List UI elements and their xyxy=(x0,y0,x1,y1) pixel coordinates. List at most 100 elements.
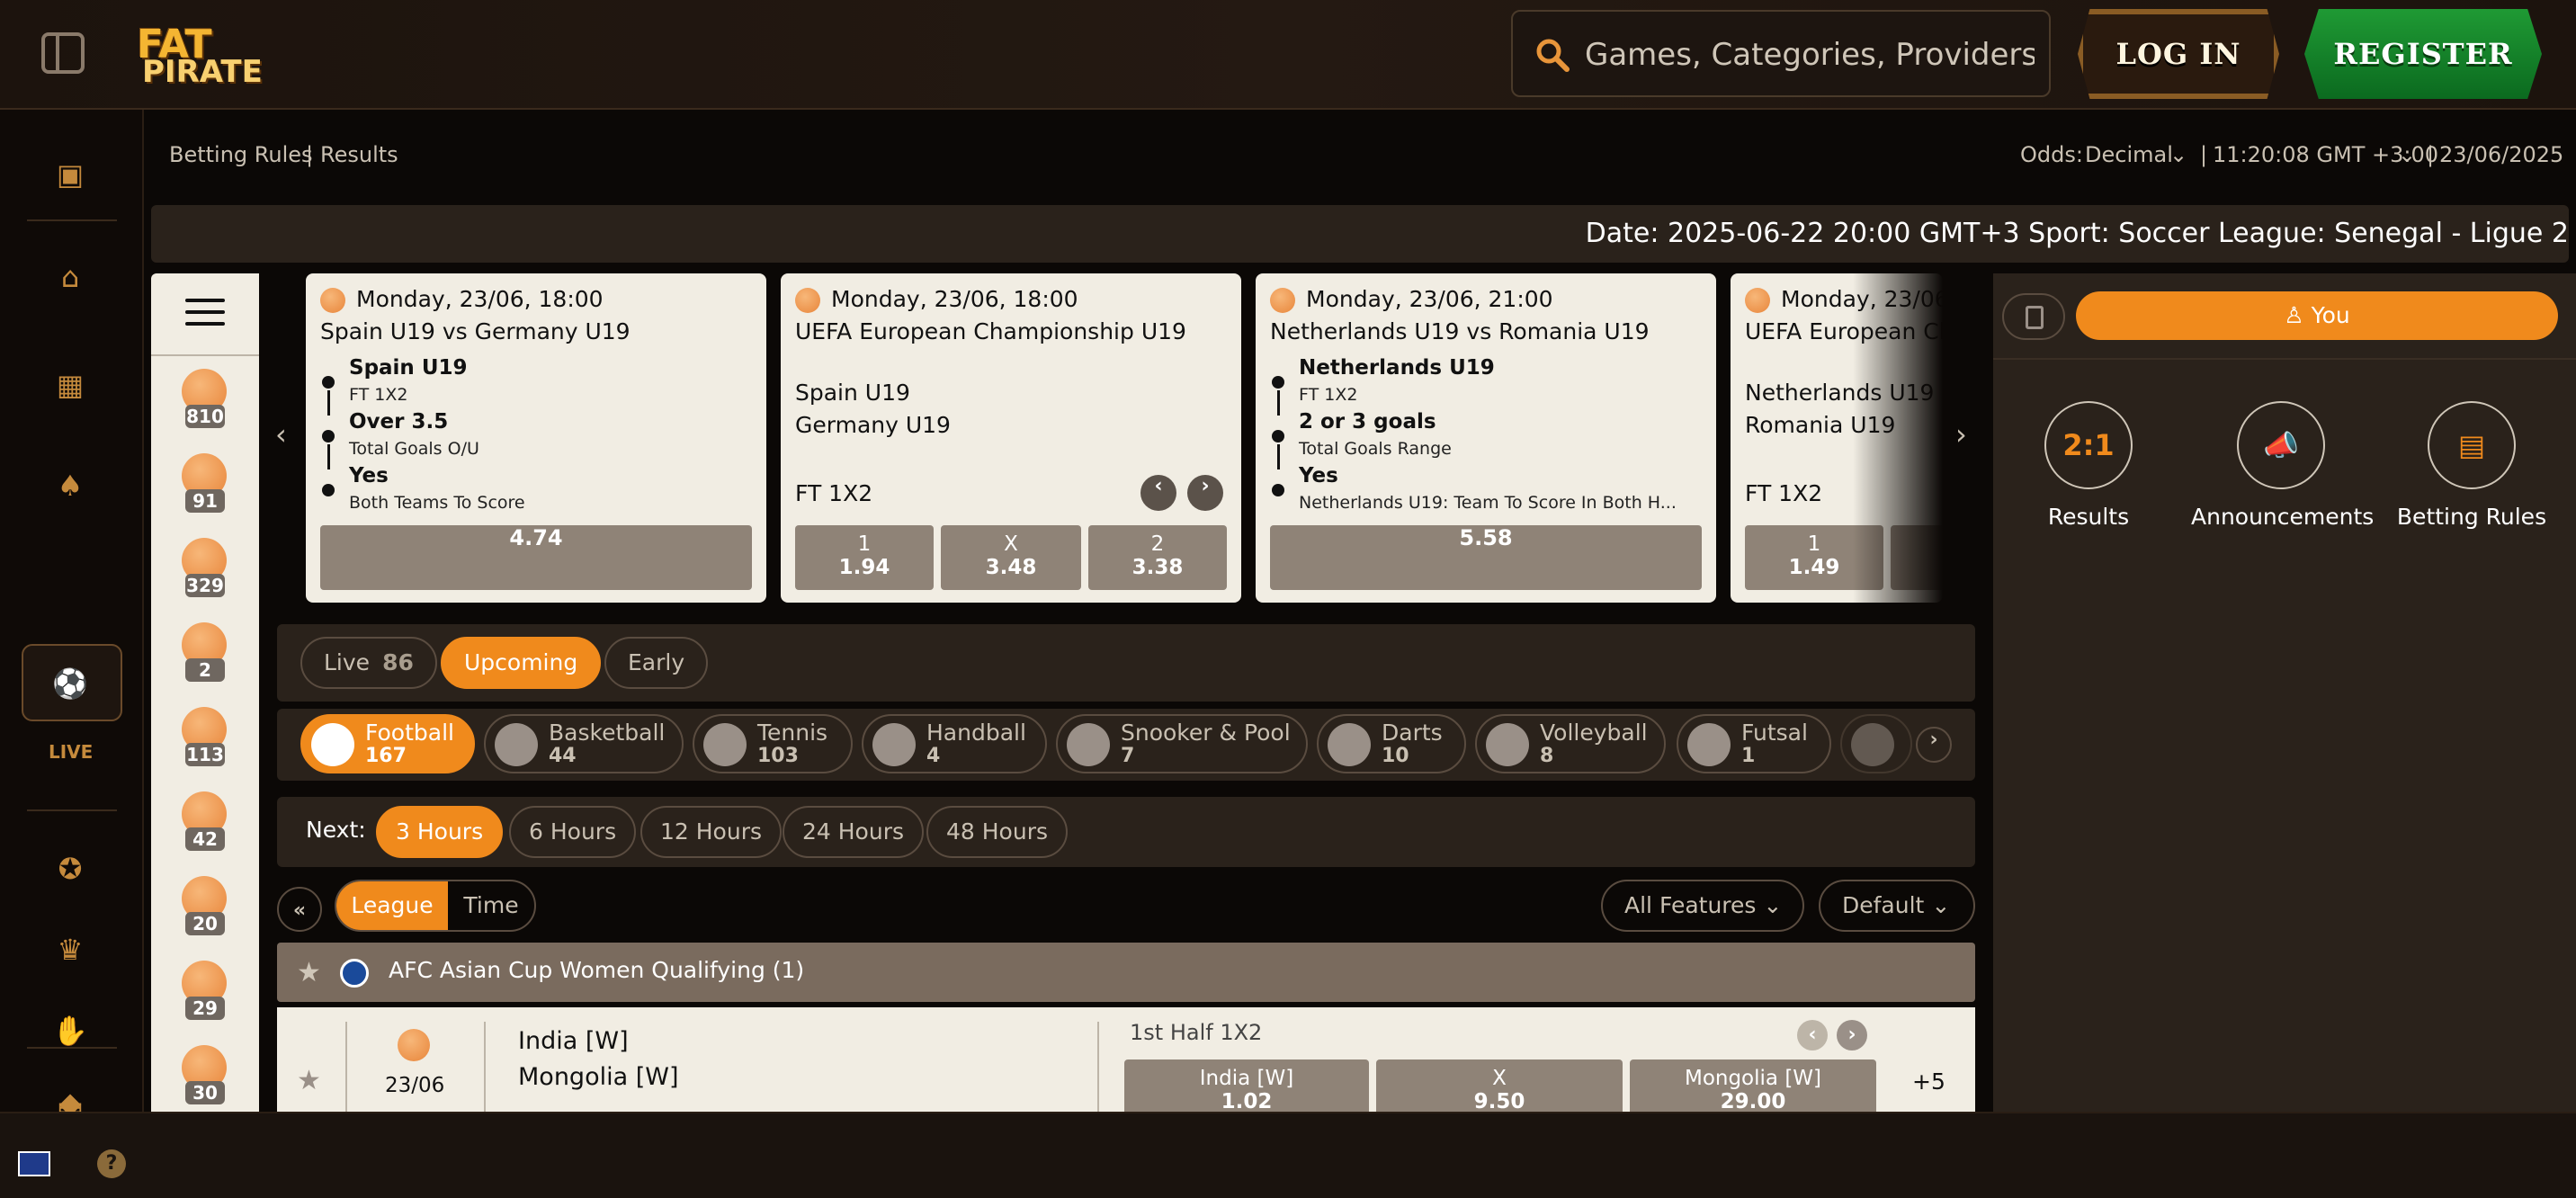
odds-button[interactable]: X 9.50 xyxy=(1376,1059,1623,1112)
odds-format-select[interactable]: Decimal xyxy=(2085,142,2173,167)
leg-market: FT 1X2 xyxy=(1299,385,1358,405)
leg-pick: Over 3.5 xyxy=(349,410,449,434)
sport-pill-snooker[interactable]: Snooker & Pool 7 xyxy=(1056,714,1308,773)
megaphone-icon: 📣 xyxy=(2237,401,2325,489)
sport-pill-tennis[interactable]: Tennis 103 xyxy=(693,714,853,773)
next-6-hours[interactable]: 6 Hours xyxy=(509,806,637,858)
right-panel: ♙ You 2:1 Results 📣 Announcements ▤ Bett… xyxy=(1993,273,2576,1112)
next-12-hours[interactable]: 12 Hours xyxy=(640,806,783,858)
more-markets-link[interactable]: +5 xyxy=(1912,1068,1945,1095)
next-3-hours[interactable]: 3 Hours xyxy=(376,806,504,858)
menu-icon[interactable] xyxy=(185,299,225,329)
live-icon[interactable]: LIVE xyxy=(49,741,93,784)
breadcrumb-betting-rules[interactable]: Betting Rules xyxy=(169,142,313,167)
card-title: Spain U19 vs Germany U19 xyxy=(320,318,631,344)
carousel-prev-icon[interactable]: ‹ xyxy=(275,417,287,451)
login-button[interactable]: LOG IN xyxy=(2078,9,2279,99)
register-button[interactable]: REGISTER xyxy=(2304,9,2542,99)
sport-pill-basketball[interactable]: Basketball 44 xyxy=(484,714,684,773)
combined-odds-button[interactable]: 4.74 xyxy=(320,525,752,590)
divider xyxy=(484,1022,486,1112)
breadcrumb-results[interactable]: Results xyxy=(320,142,398,167)
tennis-count: 329 xyxy=(185,574,225,597)
sports-next-icon[interactable]: › xyxy=(1916,727,1952,763)
sport-pill-darts[interactable]: Darts 10 xyxy=(1317,714,1466,773)
search-box[interactable] xyxy=(1511,10,2051,97)
early-tab[interactable]: Early xyxy=(604,637,709,689)
logo[interactable]: FAT PIRATE xyxy=(113,22,263,90)
star-icon[interactable]: ★ xyxy=(297,957,321,988)
help-icon[interactable]: ? xyxy=(97,1149,126,1178)
results-link[interactable]: 2:1 Results xyxy=(1999,401,2178,530)
chevron-left-icon[interactable]: ‹ xyxy=(1797,1020,1828,1050)
match-date: 23/06 xyxy=(385,1074,445,1097)
odds-button[interactable]: 1 1.94 xyxy=(795,525,934,590)
darts-icon xyxy=(1328,723,1371,766)
league-name: AFC Asian Cup Women Qualifying (1) xyxy=(389,957,805,983)
odds-button[interactable]: Mongolia [W] 29.00 xyxy=(1630,1059,1876,1112)
cards-icon[interactable]: ♠ xyxy=(49,464,92,507)
combined-odds-button[interactable]: 5.58 xyxy=(1270,525,1702,590)
announcements-link[interactable]: 📣 Announcements xyxy=(2191,401,2374,530)
sport-pill-futsal[interactable]: Futsal 1 xyxy=(1677,714,1831,773)
sort-dropdown[interactable]: Default ⌄ xyxy=(1819,880,1975,932)
calendar-icon[interactable]: ▦ xyxy=(49,363,92,407)
home-icon[interactable]: ⌂ xyxy=(49,255,92,299)
boxing-count: 29 xyxy=(185,997,225,1020)
group-by-league[interactable]: League xyxy=(336,881,448,930)
hand-icon[interactable]: ✋ xyxy=(49,1009,92,1052)
badge-icon[interactable]: ✪ xyxy=(49,847,92,890)
football-icon xyxy=(1270,288,1295,313)
language-flag-icon[interactable] xyxy=(18,1151,50,1176)
match-row[interactable]: ★ 23/06 India [W] Mongolia [W] 1st Half … xyxy=(277,1007,1975,1112)
sidebar-toggle-icon[interactable] xyxy=(41,32,85,74)
betslip-icon[interactable] xyxy=(2002,293,2065,340)
upcoming-tab[interactable]: Upcoming xyxy=(441,637,602,689)
leg-line xyxy=(327,390,330,416)
my-bets-you-button[interactable]: ♙ You xyxy=(2076,291,2558,340)
football-icon xyxy=(320,288,345,313)
sport-pill-handball[interactable]: Handball 4 xyxy=(862,714,1047,773)
betting-rules-link[interactable]: ▤ Betting Rules xyxy=(2382,401,2562,530)
chevron-right-icon[interactable]: › xyxy=(1837,1020,1867,1050)
next-24-hours[interactable]: 24 Hours xyxy=(783,806,925,858)
football-icon[interactable]: ⚽ xyxy=(49,662,92,705)
features-dropdown[interactable]: All Features ⌄ xyxy=(1601,880,1804,932)
chevron-down-icon[interactable]: ⌄ xyxy=(2398,142,2416,167)
sport-pill-football[interactable]: Football 167 xyxy=(300,714,475,773)
leg-pick: Yes xyxy=(349,464,389,487)
sport-pill-more[interactable] xyxy=(1840,714,1912,773)
sport-count: 167 xyxy=(365,745,407,767)
sports-rail: 810 91 329 2 113 42 20 29 30 xyxy=(151,273,259,1112)
star-icon[interactable]: ★ xyxy=(297,1065,321,1096)
sport-pill-volleyball[interactable]: Volleyball 8 xyxy=(1475,714,1666,773)
bet-builder-card[interactable]: Monday, 23/06, 21:00 Netherlands U19 vs … xyxy=(1256,273,1716,603)
odds-button[interactable]: India [W] 1.02 xyxy=(1124,1059,1369,1112)
carousel-next-icon[interactable]: › xyxy=(1955,417,1967,451)
bet-builder-card[interactable]: Monday, 23/06, 18:00 Spain U19 vs German… xyxy=(306,273,766,603)
divider xyxy=(27,1047,117,1049)
chevron-left-icon[interactable]: ‹ xyxy=(1140,475,1176,511)
outcome-label: X xyxy=(1004,532,1018,556)
search-input[interactable] xyxy=(1585,35,2035,75)
live-count: 86 xyxy=(382,649,414,675)
outcome-label: Mongolia [W] xyxy=(1684,1067,1822,1090)
leg-market: Netherlands U19: Team To Score In Both H… xyxy=(1299,493,1677,513)
treasure-chest-icon[interactable]: ▣ xyxy=(49,153,92,196)
odds-button[interactable]: X 3.48 xyxy=(941,525,1081,590)
chevron-down-icon: ⌄ xyxy=(1931,892,1951,918)
basketball-count: 91 xyxy=(185,489,225,513)
league-header[interactable]: ★ AFC Asian Cup Women Qualifying (1) xyxy=(277,943,1975,1002)
group-by-time[interactable]: Time xyxy=(448,881,534,930)
separator: | xyxy=(2427,142,2435,167)
basketball-icon xyxy=(495,723,538,766)
chevron-down-icon[interactable]: ⌄ xyxy=(2169,142,2187,167)
next-48-hours[interactable]: 48 Hours xyxy=(926,806,1069,858)
chevron-right-icon[interactable]: › xyxy=(1187,475,1223,511)
trophy-icon[interactable]: ♛ xyxy=(49,928,92,971)
match-card[interactable]: Monday, 23/06, 18:00 UEFA European Champ… xyxy=(781,273,1241,603)
live-tab[interactable]: Live 86 xyxy=(300,637,437,689)
odds-button[interactable]: 2 3.38 xyxy=(1088,525,1227,590)
collapse-all-icon[interactable]: « xyxy=(277,887,322,932)
football-count: 810 xyxy=(185,405,225,428)
